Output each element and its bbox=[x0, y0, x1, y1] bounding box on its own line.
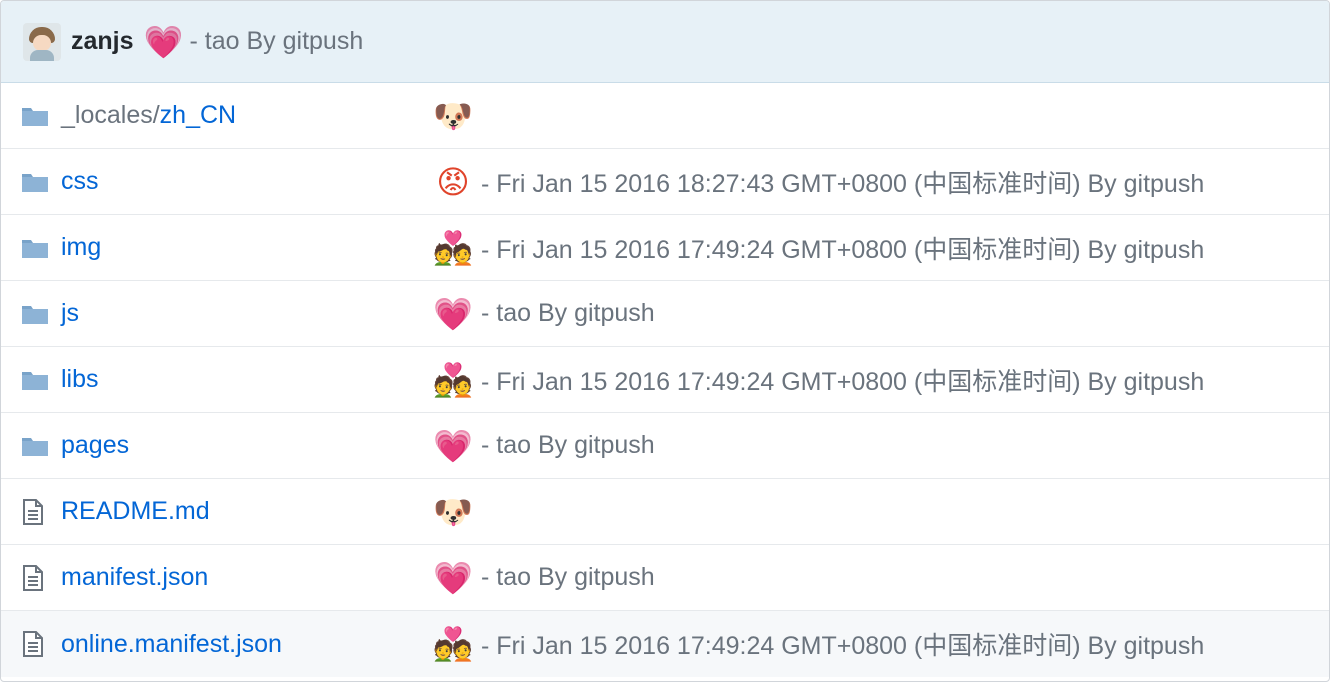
file-link[interactable]: js bbox=[61, 299, 79, 327]
file-name-cell: libs bbox=[61, 365, 433, 394]
commit-cell: 🐶 bbox=[433, 492, 481, 532]
commit-author[interactable]: zanjs bbox=[71, 27, 134, 56]
file-link[interactable]: online.manifest.json bbox=[61, 630, 282, 658]
commit-message[interactable]: - tao By gitpush bbox=[481, 563, 655, 592]
file-link[interactable]: README.md bbox=[61, 497, 210, 525]
angry-face-icon: 😡 bbox=[436, 162, 470, 201]
commit-message[interactable]: - tao By gitpush bbox=[481, 431, 655, 460]
file-link[interactable]: css bbox=[61, 167, 99, 195]
path-prefix: _locales/ bbox=[61, 101, 160, 129]
commit-message[interactable]: - Fri Jan 15 2016 17:49:24 GMT+0800 (中国标… bbox=[481, 626, 1204, 662]
couple-icon: 💑 bbox=[433, 228, 473, 267]
heart-icon: 💗 bbox=[143, 22, 184, 61]
folder-icon bbox=[1, 105, 61, 127]
commit-cell: 💗 - tao By gitpush bbox=[433, 294, 655, 334]
file-icon bbox=[1, 498, 61, 526]
file-link[interactable]: zh_CN bbox=[160, 101, 236, 129]
dog-icon: 🐶 bbox=[433, 96, 473, 135]
file-icon bbox=[1, 630, 61, 658]
avatar[interactable] bbox=[23, 22, 61, 61]
commit-cell: 💗 - tao By gitpush bbox=[433, 558, 655, 598]
file-row[interactable]: libs 💑 - Fri Jan 15 2016 17:49:24 GMT+0800… bbox=[1, 347, 1329, 413]
commit-cell: 💑 - Fri Jan 15 2016 17:49:24 GMT+0800 (中国… bbox=[433, 624, 1204, 664]
file-name-cell: online.manifest.json bbox=[61, 630, 433, 659]
file-row[interactable]: js 💗 - tao By gitpush bbox=[1, 281, 1329, 347]
file-link[interactable]: manifest.json bbox=[61, 563, 208, 591]
file-name-cell: img bbox=[61, 233, 433, 262]
file-name-cell: manifest.json bbox=[61, 563, 433, 592]
latest-commit-header: zanjs 💗 - tao By gitpush bbox=[1, 1, 1329, 83]
file-name-cell: _locales/zh_CN bbox=[61, 101, 433, 130]
heart-icon: 💗 bbox=[433, 294, 473, 333]
folder-icon bbox=[1, 237, 61, 259]
commit-cell: 😡 - Fri Jan 15 2016 18:27:43 GMT+0800 (中国… bbox=[433, 162, 1204, 202]
folder-icon bbox=[1, 303, 61, 325]
commit-message[interactable]: - Fri Jan 15 2016 17:49:24 GMT+0800 (中国标… bbox=[481, 230, 1204, 266]
file-link[interactable]: libs bbox=[61, 365, 99, 393]
commit-message[interactable]: - Fri Jan 15 2016 17:49:24 GMT+0800 (中国标… bbox=[481, 362, 1204, 398]
commit-message[interactable]: - tao By gitpush bbox=[481, 299, 655, 328]
commit-message[interactable]: - tao By gitpush bbox=[190, 27, 364, 56]
couple-icon: 💑 bbox=[433, 625, 473, 663]
file-list: zanjs 💗 - tao By gitpush _locales/zh_CN 🐶… bbox=[0, 0, 1330, 682]
folder-icon bbox=[1, 369, 61, 391]
file-link[interactable]: pages bbox=[61, 431, 129, 459]
dog-icon: 🐶 bbox=[433, 492, 473, 531]
file-name-cell: pages bbox=[61, 431, 433, 460]
file-row[interactable]: css 😡 - Fri Jan 15 2016 18:27:43 GMT+0800 … bbox=[1, 149, 1329, 215]
file-name-cell: README.md bbox=[61, 497, 433, 526]
file-link[interactable]: img bbox=[61, 233, 101, 261]
heart-icon: 💗 bbox=[433, 426, 473, 465]
folder-icon bbox=[1, 171, 61, 193]
file-row[interactable]: README.md 🐶 bbox=[1, 479, 1329, 545]
commit-cell: 💑 - Fri Jan 15 2016 17:49:24 GMT+0800 (中国… bbox=[433, 360, 1204, 400]
file-icon bbox=[1, 564, 61, 592]
commit-cell: 💑 - Fri Jan 15 2016 17:49:24 GMT+0800 (中国… bbox=[433, 228, 1204, 268]
file-rows: _locales/zh_CN 🐶 css 😡 - Fri Jan 15 2016 18:… bbox=[1, 83, 1329, 677]
couple-icon: 💑 bbox=[433, 360, 473, 399]
file-name-cell: css bbox=[61, 167, 433, 196]
folder-icon bbox=[1, 435, 61, 457]
file-row[interactable]: _locales/zh_CN 🐶 bbox=[1, 83, 1329, 149]
file-row[interactable]: pages 💗 - tao By gitpush bbox=[1, 413, 1329, 479]
file-row[interactable]: manifest.json 💗 - tao By gitpush bbox=[1, 545, 1329, 611]
file-row[interactable]: img 💑 - Fri Jan 15 2016 17:49:24 GMT+0800 … bbox=[1, 215, 1329, 281]
heart-icon: 💗 bbox=[433, 558, 473, 597]
commit-cell: 🐶 bbox=[433, 96, 481, 136]
commit-cell: 💗 - tao By gitpush bbox=[433, 426, 655, 466]
file-name-cell: js bbox=[61, 299, 433, 328]
commit-message[interactable]: - Fri Jan 15 2016 18:27:43 GMT+0800 (中国标… bbox=[481, 164, 1204, 200]
file-row[interactable]: online.manifest.json 💑 - Fri Jan 15 2016 1… bbox=[1, 611, 1329, 677]
